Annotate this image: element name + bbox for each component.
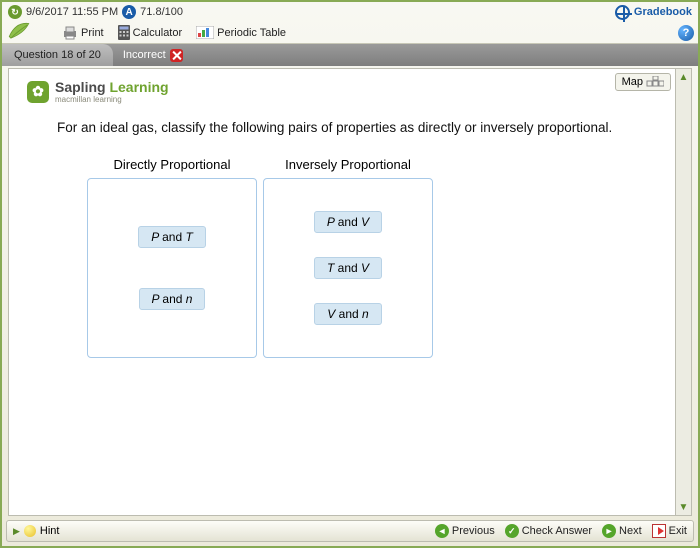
drop-zone-inversely[interactable]: P and V T and V V and n [263, 178, 433, 358]
brand-logo: ✿ Sapling Learning macmillan learning [27, 79, 657, 104]
check-icon: ✓ [505, 524, 519, 538]
gradebook-link[interactable]: Gradebook [634, 6, 692, 18]
periodic-table-icon [196, 26, 214, 39]
hint-button[interactable]: Hint [40, 525, 60, 537]
score-text: 71.8/100 [140, 6, 183, 18]
status-bar: ↻ 9/6/2017 11:55 PM A 71.8/100 Gradebook [2, 2, 698, 22]
expand-icon[interactable]: ▶ [13, 526, 20, 537]
scroll-down-icon[interactable]: ▼ [676, 499, 691, 515]
chip[interactable]: T and V [314, 257, 382, 279]
zone-left-title: Directly Proportional [87, 157, 257, 172]
question-text: For an ideal gas, classify the following… [57, 120, 657, 135]
chip[interactable]: P and T [138, 226, 206, 248]
calculator-button[interactable]: Calculator [118, 25, 183, 40]
chip[interactable]: P and V [314, 211, 382, 233]
previous-button[interactable]: ◄ Previous [435, 524, 495, 538]
check-answer-button[interactable]: ✓ Check Answer [505, 524, 592, 538]
question-tab[interactable]: Question 18 of 20 [2, 44, 113, 66]
chip[interactable]: P and n [139, 288, 206, 310]
question-content: Map ✿ Sapling Learning macmillan learnin… [8, 68, 676, 516]
status-tab: Incorrect [113, 44, 193, 66]
gradebook-icon [615, 5, 630, 20]
datetime: 9/6/2017 11:55 PM [26, 6, 118, 18]
exit-button[interactable]: Exit [652, 524, 687, 538]
drop-zone-directly[interactable]: P and T P and n [87, 178, 257, 358]
leaf-logo-icon [6, 18, 32, 42]
exit-icon [652, 524, 666, 538]
incorrect-icon [170, 49, 183, 62]
print-icon [62, 26, 78, 40]
help-button[interactable]: ? [678, 25, 694, 41]
calculator-icon [118, 25, 130, 40]
tab-bar: Question 18 of 20 Incorrect [2, 44, 698, 66]
scroll-up-icon[interactable]: ▲ [676, 69, 691, 85]
periodic-table-button[interactable]: Periodic Table [196, 26, 286, 39]
score-badge-icon: A [122, 5, 136, 19]
chip[interactable]: V and n [314, 303, 381, 325]
hint-icon [24, 525, 36, 537]
zone-right-title: Inversely Proportional [263, 157, 433, 172]
vertical-scrollbar[interactable]: ▲ ▼ [676, 68, 692, 516]
next-icon: ► [602, 524, 616, 538]
next-button[interactable]: ► Next [602, 524, 642, 538]
map-button[interactable]: Map [615, 73, 671, 91]
print-button[interactable]: Print [62, 26, 104, 40]
map-icon [646, 76, 664, 88]
footer-bar: ▶ Hint ◄ Previous ✓ Check Answer ► Next … [6, 520, 694, 542]
toolbar: Print Calculator Periodic Table ? [2, 22, 698, 44]
previous-icon: ◄ [435, 524, 449, 538]
sync-icon: ↻ [8, 5, 22, 19]
brand-badge-icon: ✿ [27, 81, 49, 103]
